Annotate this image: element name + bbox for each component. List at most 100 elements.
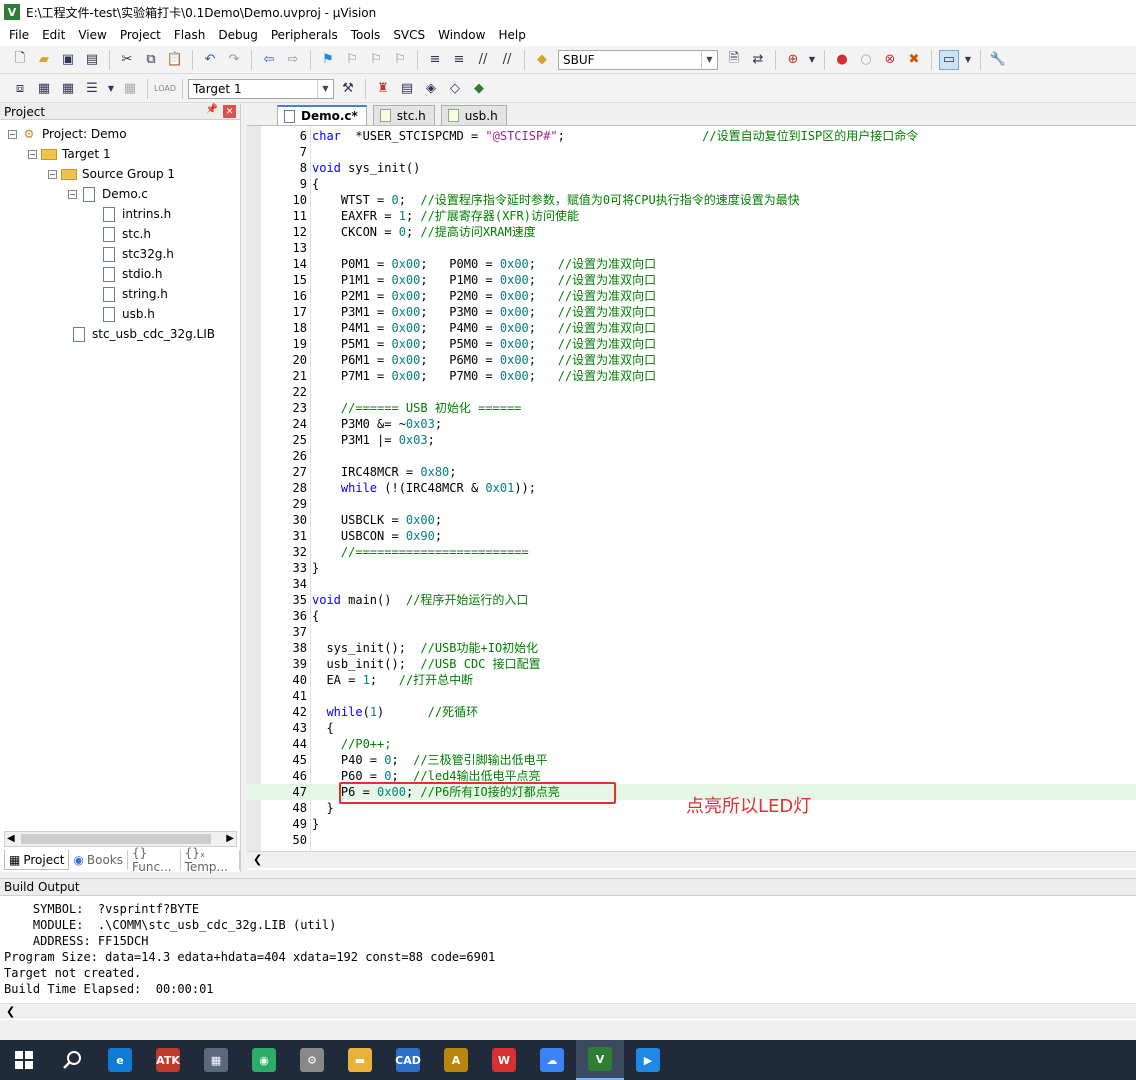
code-line[interactable]: 24 P3M0 &= ~0x03; <box>247 416 1136 432</box>
find-combo[interactable]: SBUF ▼ <box>558 49 718 70</box>
menu-flash[interactable]: Flash <box>169 28 213 42</box>
tab-stc-h[interactable]: stc.h <box>372 105 435 125</box>
tab-demo-c[interactable]: Demo.c* <box>277 105 367 125</box>
indent-icon[interactable]: ≡ <box>425 50 445 70</box>
scroll-left-icon[interactable]: ❮ <box>253 853 262 866</box>
uncomment-icon[interactable]: // <box>497 50 517 70</box>
code-line[interactable]: 26 <box>247 448 1136 464</box>
nav-forward-icon[interactable]: ⇨ <box>283 50 303 70</box>
code-line[interactable]: 49} <box>247 816 1136 832</box>
code-line[interactable]: 7 <box>247 144 1136 160</box>
code-line[interactable]: 29 <box>247 496 1136 512</box>
tree-item[interactable]: − Demo.c <box>0 184 240 204</box>
taskbar-button[interactable]: ☁ <box>528 1040 576 1080</box>
taskbar-button[interactable] <box>0 1040 48 1080</box>
code-line[interactable]: 18 P4M1 = 0x00; P4M0 = 0x00; //设置为准双向口 <box>247 320 1136 336</box>
code-line[interactable]: 44 //P0++; <box>247 736 1136 752</box>
code-line[interactable]: 15 P1M1 = 0x00; P1M0 = 0x00; //设置为准双向口 <box>247 272 1136 288</box>
code-line[interactable]: 23 //====== USB 初始化 ====== <box>247 400 1136 416</box>
breakpoint-icon[interactable]: ● <box>832 50 852 70</box>
tree-item[interactable]: string.h <box>0 284 240 304</box>
code-line[interactable]: 12 CKCON = 0; //提高访问XRAM速度 <box>247 224 1136 240</box>
menu-view[interactable]: View <box>73 28 114 42</box>
code-line[interactable]: 27 IRC48MCR = 0x80; <box>247 464 1136 480</box>
code-line[interactable]: 35 void main() //程序开始运行的入口 <box>247 592 1136 608</box>
code-line[interactable]: 42 while(1) //死循环 <box>247 704 1136 720</box>
code-line[interactable]: 28 while (!(IRC48MCR & 0x01)); <box>247 480 1136 496</box>
pack-installer-icon[interactable]: ◆ <box>469 79 489 99</box>
chevron-down-icon[interactable]: ▼ <box>317 79 333 98</box>
tree-item[interactable]: stc.h <box>0 224 240 244</box>
debug-session-icon[interactable]: ⊕ <box>783 50 803 70</box>
build-icon[interactable]: ▦ <box>34 79 54 99</box>
save-all-icon[interactable]: ▤ <box>82 50 102 70</box>
code-line[interactable]: 34 <box>247 576 1136 592</box>
code-line[interactable]: 16 P2M1 = 0x00; P2M0 = 0x00; //设置为准双向口 <box>247 288 1136 304</box>
tree-item[interactable]: intrins.h <box>0 204 240 224</box>
rebuild-icon[interactable]: ▦ <box>58 79 78 99</box>
code-line[interactable]: 43 { <box>247 720 1136 736</box>
code-line[interactable]: 32 //======================== <box>247 544 1136 560</box>
taskbar-button[interactable]: ◉ <box>240 1040 288 1080</box>
scroll-left-icon[interactable]: ◀ <box>7 833 15 844</box>
tree-item[interactable]: usb.h <box>0 304 240 324</box>
scroll-left-icon[interactable]: ❮ <box>6 1005 15 1018</box>
scroll-right-icon[interactable]: ▶ <box>226 833 234 844</box>
clear-bookmarks-icon[interactable]: ⚐ <box>390 50 410 70</box>
code-line[interactable]: 17 P3M1 = 0x00; P3M0 = 0x00; //设置为准双向口 <box>247 304 1136 320</box>
chevron-down-icon[interactable]: ▼ <box>701 50 717 69</box>
tree-item[interactable]: stdio.h <box>0 264 240 284</box>
menu-tools[interactable]: Tools <box>346 28 389 42</box>
chevron-down-icon[interactable]: ▼ <box>807 50 817 70</box>
code-line[interactable]: 14 P0M1 = 0x00; P0M0 = 0x00; //设置为准双向口 <box>247 256 1136 272</box>
tree-item[interactable]: − Source Group 1 <box>0 164 240 184</box>
nav-back-icon[interactable]: ⇦ <box>259 50 279 70</box>
menu-help[interactable]: Help <box>493 28 533 42</box>
target-combo[interactable]: Target 1 ▼ <box>188 78 334 99</box>
taskbar-button[interactable]: W <box>480 1040 528 1080</box>
translate-icon[interactable]: ⧈ <box>10 79 30 99</box>
manage-components-icon[interactable]: ♜ <box>373 79 393 99</box>
tab-templates[interactable]: {}ₓ Temp... <box>181 846 240 874</box>
tree-expander-icon[interactable]: − <box>48 169 57 179</box>
code-line[interactable]: 22 <box>247 384 1136 400</box>
cut-icon[interactable]: ✂ <box>117 50 137 70</box>
tree-item[interactable]: stc32g.h <box>0 244 240 264</box>
batch-build-icon[interactable]: ☰ <box>82 79 102 99</box>
new-file-icon[interactable]: 🗋 <box>10 50 30 70</box>
taskbar-button[interactable] <box>48 1040 96 1080</box>
disable-all-breakpoints-icon[interactable]: ⊗ <box>880 50 900 70</box>
chevron-down-icon[interactable]: ▼ <box>963 50 973 70</box>
tree-expander-icon[interactable]: − <box>8 129 17 139</box>
copy-icon[interactable]: ⧉ <box>141 50 161 70</box>
menu-project[interactable]: Project <box>115 28 169 42</box>
menu-debug[interactable]: Debug <box>213 28 265 42</box>
paste-icon[interactable]: 📋 <box>165 50 185 70</box>
code-line[interactable]: 30 USBCLK = 0x00; <box>247 512 1136 528</box>
tab-functions[interactable]: {} Func... <box>128 846 181 874</box>
manage-rte-icon[interactable]: ◇ <box>445 79 465 99</box>
code-line[interactable]: 40 EA = 1; //打开总中断 <box>247 672 1136 688</box>
code-line[interactable]: 10 WTST = 0; //设置程序指令延时参数，赋值为0可将CPU执行指令的… <box>247 192 1136 208</box>
target-options-icon[interactable]: ⚒ <box>338 79 358 99</box>
next-bookmark-icon[interactable]: ⚐ <box>366 50 386 70</box>
tree-item[interactable]: − Target 1 <box>0 144 240 164</box>
taskbar-button[interactable]: e <box>96 1040 144 1080</box>
disable-breakpoint-icon[interactable]: ○ <box>856 50 876 70</box>
taskbar-button[interactable]: V <box>576 1040 624 1080</box>
taskbar-button[interactable]: CAD <box>384 1040 432 1080</box>
code-line[interactable]: 38 sys_init(); //USB功能+IO初始化 <box>247 640 1136 656</box>
code-line[interactable]: 11 EAXFR = 1; //扩展寄存器(XFR)访问使能 <box>247 208 1136 224</box>
code-line[interactable]: 33} <box>247 560 1136 576</box>
file-extensions-icon[interactable]: ▤ <box>397 79 417 99</box>
code-line[interactable]: 21 P7M1 = 0x00; P7M0 = 0x00; //设置为准双向口 <box>247 368 1136 384</box>
taskbar-button[interactable]: ⚙ <box>288 1040 336 1080</box>
unindent-icon[interactable]: ≡ <box>449 50 469 70</box>
code-line[interactable]: 6 char *USER_STCISPCMD = "@STCISP#"; //设置… <box>247 128 1136 144</box>
taskbar-button[interactable]: ▦ <box>192 1040 240 1080</box>
code-line[interactable]: 41 <box>247 688 1136 704</box>
scroll-thumb[interactable] <box>21 834 211 844</box>
menu-edit[interactable]: Edit <box>37 28 73 42</box>
redo-icon[interactable]: ↷ <box>224 50 244 70</box>
window-layout-icon[interactable]: ▭ <box>939 49 959 70</box>
